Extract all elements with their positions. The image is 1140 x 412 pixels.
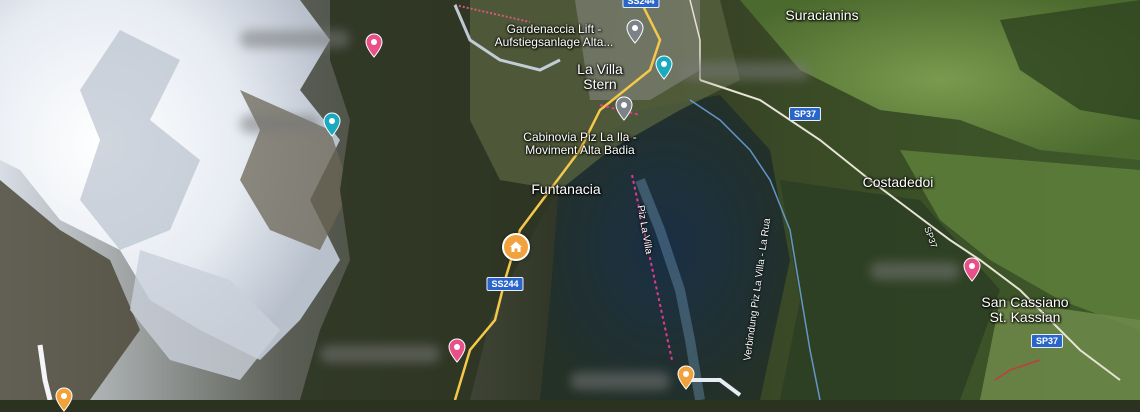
map-pin-icon[interactable] bbox=[655, 55, 673, 80]
place-label-la-villa[interactable]: La Villa Stern bbox=[577, 61, 623, 93]
place-label-san-cassiano[interactable]: San Cassiano St. Kassian bbox=[981, 294, 1068, 326]
map-pin-icon[interactable] bbox=[615, 96, 633, 121]
place-label-suracianins[interactable]: Suracianins bbox=[785, 7, 858, 23]
map-pin-icon[interactable] bbox=[677, 365, 695, 390]
place-label-gardenaccia[interactable]: Gardenaccia Lift - Aufstiegsanlage Alta.… bbox=[494, 22, 614, 50]
place-label-cabinovia[interactable]: Cabinovia Piz La Ila - Moviment Alta Bad… bbox=[523, 130, 636, 158]
map-pin-icon[interactable] bbox=[626, 19, 644, 44]
satellite-map[interactable] bbox=[0, 0, 1140, 400]
place-label-line: St. Kassian bbox=[989, 309, 1061, 326]
blurred-label bbox=[320, 345, 440, 363]
map-pin-icon[interactable] bbox=[448, 338, 466, 363]
road-shield-ss244: SS244 bbox=[622, 0, 660, 8]
blurred-label bbox=[570, 372, 670, 390]
place-label-line: Stern bbox=[583, 76, 617, 93]
blurred-label bbox=[870, 262, 960, 280]
map-pin-icon[interactable] bbox=[323, 112, 341, 137]
road-shield-sp37: SP37 bbox=[788, 107, 822, 121]
blurred-label bbox=[680, 62, 810, 80]
blurred-label bbox=[240, 30, 350, 48]
place-label-funtanacia[interactable]: Funtanacia bbox=[531, 181, 600, 197]
road-shield-ss244: SS244 bbox=[486, 277, 524, 291]
place-label-line: Moviment Alta Badia bbox=[525, 143, 635, 158]
map-pin-icon[interactable] bbox=[963, 257, 981, 282]
road-shield-sp37: SP37 bbox=[1030, 334, 1064, 348]
place-label-line: Aufstiegsanlage Alta... bbox=[494, 35, 614, 50]
home-icon[interactable] bbox=[502, 233, 530, 261]
map-pin-icon[interactable] bbox=[365, 33, 383, 58]
blurred-label bbox=[240, 115, 320, 133]
place-label-costadedoi[interactable]: Costadedoi bbox=[863, 174, 934, 190]
